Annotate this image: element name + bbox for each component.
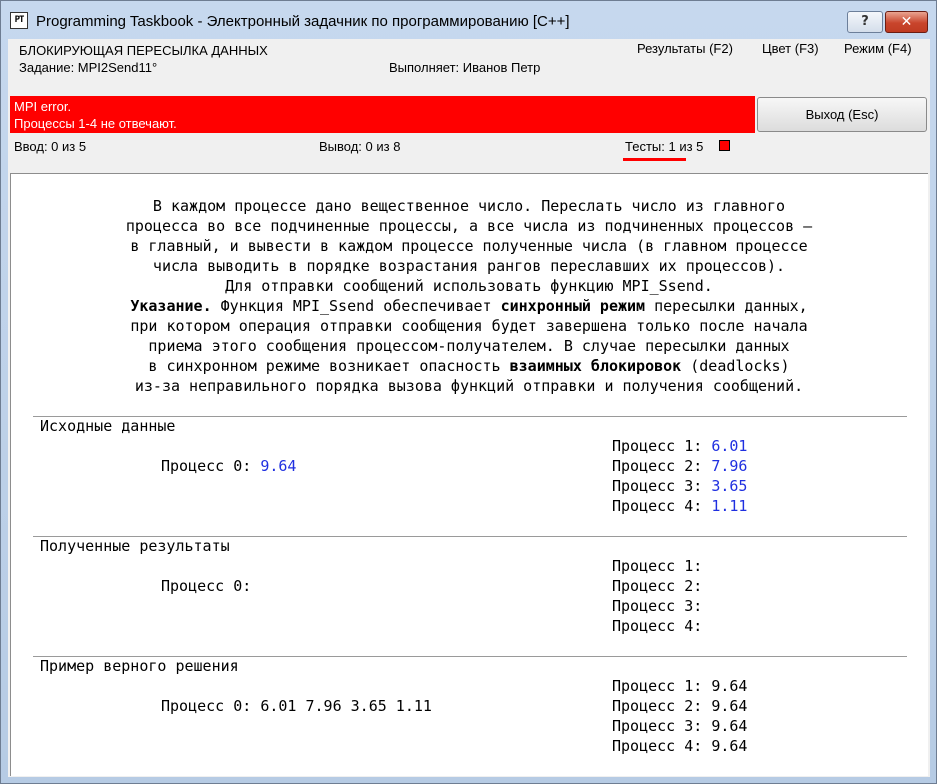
input-value: 3.65 <box>711 477 748 495</box>
input-value: 6.01 <box>711 437 748 455</box>
description-line: Указание. Функция MPI_Ssend обеспечивает… <box>130 297 808 315</box>
window-title: Programming Taskbook - Электронный задач… <box>36 13 570 30</box>
task-content-panel: В каждом процессе дано вещественное числ… <box>10 173 928 776</box>
description-line: числа выводить в порядке возрастания ран… <box>152 257 786 275</box>
description-line: в главный, и вывести в каждом процессе п… <box>130 237 808 255</box>
error-title: MPI error. <box>14 99 72 114</box>
input-value: 9.64 <box>260 457 297 475</box>
input-process-4: Процесс 4: 1.11 <box>612 497 748 515</box>
client-area: БЛОКИРУЮЩАЯ ПЕРЕСЫЛКА ДАННЫХ Задание: MP… <box>8 39 930 777</box>
tests-value: 1 из 5 <box>668 139 704 154</box>
error-detail: Процессы 1-4 не отвечают. <box>14 116 177 131</box>
description-line: Для отправки сообщений использовать функ… <box>225 277 713 295</box>
taskbook-app-icon: PT <box>10 12 28 29</box>
description-line: процесса во все подчиненные процессы, а … <box>125 217 813 235</box>
description-line: приема этого сообщения процессом-получат… <box>148 337 790 355</box>
input-process-0: Процесс 0: 9.64 <box>161 457 297 475</box>
input-process-3: Процесс 3: 3.65 <box>612 477 748 495</box>
result-process-3: Процесс 3: <box>612 597 703 615</box>
result-process-0: Процесс 0: <box>161 577 252 595</box>
input-counter: Ввод: 0 из 5 <box>14 139 87 154</box>
hint-label: Указание. <box>130 297 212 315</box>
example-process-3: Процесс 3: 9.64 <box>612 717 748 735</box>
input-value: 1.11 <box>711 497 748 515</box>
description-line: в синхронном режиме возникает опасность … <box>148 357 790 375</box>
description-line: В каждом процессе дано вещественное числ… <box>152 197 786 215</box>
example-process-4: Процесс 4: 9.64 <box>612 737 748 755</box>
result-process-1: Процесс 1: <box>612 557 703 575</box>
input-process-1: Процесс 1: 6.01 <box>612 437 748 455</box>
close-button[interactable]: ✕ <box>885 11 928 33</box>
tests-underline <box>623 158 686 161</box>
menu-results[interactable]: Результаты (F2) <box>637 41 733 56</box>
example-title: Пример верного решения <box>40 657 239 675</box>
description-line: из-за неправильного порядка вызова функц… <box>134 377 804 395</box>
result-process-4: Процесс 4: <box>612 617 703 635</box>
task-name: Задание: MPI2Send11° <box>19 60 158 75</box>
tests-label: Тесты: <box>625 139 665 154</box>
exit-button[interactable]: Выход (Esc) <box>757 97 927 132</box>
example-process-1: Процесс 1: 9.64 <box>612 677 748 695</box>
performer-name: Выполняет: Иванов Петр <box>389 60 541 75</box>
menu-mode[interactable]: Режим (F4) <box>844 41 912 56</box>
example-process-0: Процесс 0: 6.01 7.96 3.65 1.11 <box>161 697 432 715</box>
tests-status-indicator <box>719 140 730 151</box>
output-counter: Вывод: 0 из 8 <box>319 139 401 154</box>
input-value: 7.96 <box>711 457 748 475</box>
hint-emphasis: синхронный режим <box>500 297 646 315</box>
error-message-box: MPI error. Процессы 1-4 не отвечают. <box>10 96 755 133</box>
menu-color[interactable]: Цвет (F3) <box>762 41 819 56</box>
description-line: при котором операция отправки сообщения … <box>130 317 808 335</box>
input-process-2: Процесс 2: 7.96 <box>612 457 748 475</box>
results-title: Полученные результаты <box>40 537 230 555</box>
deadlock-emphasis: взаимных блокировок <box>509 357 682 375</box>
app-window: PT Programming Taskbook - Электронный за… <box>0 0 937 784</box>
result-process-2: Процесс 2: <box>612 577 703 595</box>
input-data-title: Исходные данные <box>40 417 176 435</box>
title-bar[interactable]: PT Programming Taskbook - Электронный за… <box>1 1 936 39</box>
example-process-2: Процесс 2: 9.64 <box>612 697 748 715</box>
tests-counter: Тесты: 1 из 5 <box>625 139 703 154</box>
help-button[interactable]: ? <box>847 11 883 33</box>
task-group-title: БЛОКИРУЮЩАЯ ПЕРЕСЫЛКА ДАННЫХ <box>19 43 268 58</box>
status-bar: Ввод: 0 из 5 Вывод: 0 из 8 Тесты: 1 из 5 <box>10 136 928 171</box>
